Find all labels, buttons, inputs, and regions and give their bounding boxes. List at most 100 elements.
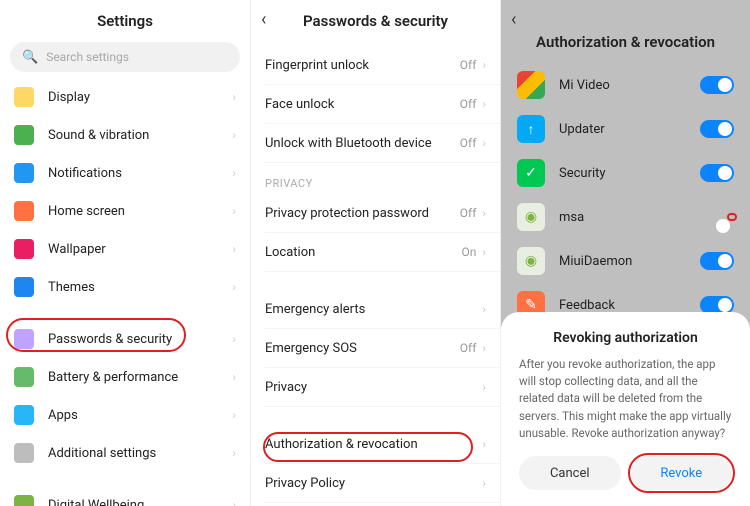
settings-panel: Settings 🔍 Search settings Display › Sou… — [0, 0, 250, 506]
additional-icon — [14, 443, 34, 463]
authorization-revocation-panel: ‹ Authorization & revocation Mi Video ↑ … — [500, 0, 750, 506]
setting-row-privacy-policy[interactable]: Privacy Policy › — [251, 464, 500, 502]
app-row-security[interactable]: ✓ Security — [501, 151, 750, 195]
passwords-security-title: Passwords & security — [251, 0, 500, 34]
sun-icon — [14, 87, 34, 107]
chevron-right-icon: › — [232, 166, 236, 180]
setting-row-location[interactable]: Location On › — [251, 233, 500, 271]
chevron-right-icon: › — [232, 90, 236, 104]
settings-item-label: Apps — [48, 408, 232, 423]
revoke-button[interactable]: Revoke — [631, 456, 733, 490]
back-icon[interactable]: ‹ — [261, 9, 266, 30]
android-icon: ◉ — [517, 247, 545, 275]
setting-row-status: Off — [460, 206, 477, 220]
app-row-mi-video[interactable]: Mi Video — [501, 63, 750, 107]
chevron-right-icon: › — [232, 446, 236, 460]
settings-title: Settings — [0, 0, 250, 34]
toggle-switch[interactable] — [700, 252, 734, 270]
search-icon: 🔍 — [22, 50, 38, 65]
play-icon — [517, 71, 545, 99]
chevron-right-icon: › — [482, 380, 486, 394]
setting-row-status: Off — [460, 97, 477, 111]
passwords-security-panel: ‹ Passwords & security Fingerprint unloc… — [250, 0, 500, 506]
chevron-right-icon: › — [482, 437, 486, 451]
setting-row-privacy-protection-password[interactable]: Privacy protection password Off › — [251, 194, 500, 232]
chevron-right-icon: › — [482, 341, 486, 355]
settings-item-notifications[interactable]: Notifications › — [0, 154, 250, 192]
revoke-dialog: Revoking authorization After you revoke … — [501, 312, 750, 506]
settings-item-digital-wellbeing[interactable]: Digital Wellbeing › — [0, 486, 250, 506]
themes-icon — [14, 277, 34, 297]
app-row-label: Updater — [559, 122, 700, 137]
settings-item-label: Battery & performance — [48, 370, 232, 385]
chevron-right-icon: › — [232, 332, 236, 346]
chevron-right-icon: › — [232, 242, 236, 256]
settings-item-label: Additional settings — [48, 446, 232, 461]
settings-item-themes[interactable]: Themes › — [0, 268, 250, 306]
settings-item-passwords-security[interactable]: Passwords & security › — [0, 320, 250, 358]
setting-row-fingerprint-unlock[interactable]: Fingerprint unlock Off › — [251, 46, 500, 84]
dialog-title: Revoking authorization — [519, 330, 732, 346]
search-placeholder: Search settings — [46, 50, 129, 64]
setting-row-status: Off — [460, 58, 477, 72]
updater-icon: ↑ — [517, 115, 545, 143]
chevron-right-icon: › — [482, 245, 486, 259]
chevron-right-icon: › — [482, 136, 486, 150]
dialog-body: After you revoke authorization, the app … — [519, 356, 732, 442]
home-icon — [14, 201, 34, 221]
settings-item-sound-vibration[interactable]: Sound & vibration › — [0, 116, 250, 154]
setting-row-label: Face unlock — [265, 97, 460, 112]
setting-row-emergency-alerts[interactable]: Emergency alerts › — [251, 290, 500, 328]
app-row-label: msa — [559, 210, 730, 225]
setting-row-label: Fingerprint unlock — [265, 58, 460, 73]
settings-item-display[interactable]: Display › — [0, 78, 250, 116]
settings-item-label: Home screen — [48, 204, 232, 219]
cancel-button[interactable]: Cancel — [519, 456, 621, 490]
wallpaper-icon — [14, 239, 34, 259]
toggle-switch[interactable] — [700, 164, 734, 182]
settings-item-label: Digital Wellbeing — [48, 498, 232, 506]
chevron-right-icon: › — [232, 204, 236, 218]
notifications-icon — [14, 163, 34, 183]
chevron-right-icon: › — [482, 206, 486, 220]
sound-icon — [14, 125, 34, 145]
app-row-updater[interactable]: ↑ Updater — [501, 107, 750, 151]
settings-item-label: Notifications — [48, 166, 232, 181]
chevron-right-icon: › — [482, 97, 486, 111]
search-input[interactable]: 🔍 Search settings — [10, 42, 240, 72]
settings-item-home-screen[interactable]: Home screen › — [0, 192, 250, 230]
toggle-switch[interactable] — [700, 120, 734, 138]
shield-icon: ✓ — [517, 159, 545, 187]
setting-row-unlock-with-bluetooth-device[interactable]: Unlock with Bluetooth device Off › — [251, 124, 500, 162]
settings-item-additional-settings[interactable]: Additional settings › — [0, 434, 250, 472]
wellbeing-icon — [14, 495, 34, 506]
settings-item-wallpaper[interactable]: Wallpaper › — [0, 230, 250, 268]
setting-row-authorization-revocation[interactable]: Authorization & revocation › — [251, 425, 500, 463]
setting-row-status: On — [462, 245, 477, 259]
setting-row-label: Unlock with Bluetooth device — [265, 136, 460, 151]
setting-row-label: Emergency alerts — [265, 302, 482, 317]
setting-row-label: Authorization & revocation — [265, 437, 482, 452]
app-row-label: Feedback — [559, 298, 700, 313]
chevron-right-icon: › — [482, 302, 486, 316]
setting-row-label: Privacy protection password — [265, 206, 460, 221]
toggle-switch[interactable] — [700, 76, 734, 94]
app-row-label: Security — [559, 166, 700, 181]
settings-item-label: Wallpaper — [48, 242, 232, 257]
settings-item-label: Sound & vibration — [48, 128, 232, 143]
chevron-right-icon: › — [232, 498, 236, 506]
setting-row-emergency-sos[interactable]: Emergency SOS Off › — [251, 329, 500, 367]
settings-item-label: Display — [48, 90, 232, 105]
privacy-section-label: PRIVACY — [251, 163, 500, 194]
settings-item-battery-performance[interactable]: Battery & performance › — [0, 358, 250, 396]
android-icon: ◉ — [517, 203, 545, 231]
app-row-miuidaemon[interactable]: ◉ MiuiDaemon — [501, 239, 750, 283]
setting-row-status: Off — [460, 341, 477, 355]
setting-row-label: Privacy Policy — [265, 476, 482, 491]
app-row-label: MiuiDaemon — [559, 254, 700, 269]
app-row-msa[interactable]: ◉ msa — [501, 195, 750, 239]
setting-row-face-unlock[interactable]: Face unlock Off › — [251, 85, 500, 123]
setting-row-privacy[interactable]: Privacy › — [251, 368, 500, 406]
chevron-right-icon: › — [232, 408, 236, 422]
settings-item-apps[interactable]: Apps › — [0, 396, 250, 434]
